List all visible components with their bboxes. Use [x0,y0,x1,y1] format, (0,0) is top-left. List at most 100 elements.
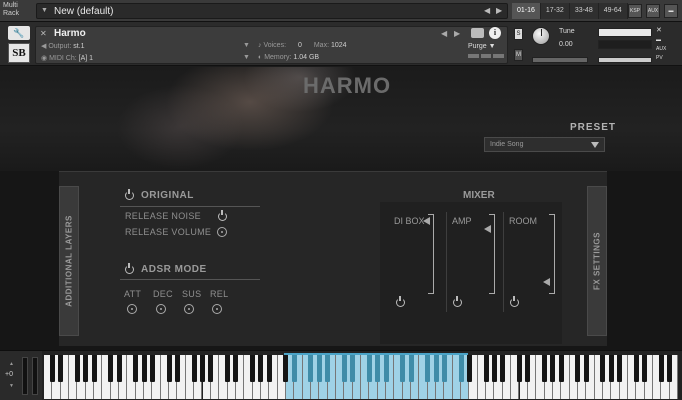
rack-name[interactable]: New (default) [54,6,113,17]
pitch-wheel[interactable] [22,357,28,395]
preset-value[interactable]: Indie Song [490,141,523,148]
black-key[interactable] [425,355,431,382]
output-dropdown-icon[interactable]: ▼ [243,42,250,49]
black-key[interactable] [174,355,180,382]
black-key[interactable] [266,355,272,382]
amp-power-icon[interactable] [453,296,462,307]
release-noise-power-icon[interactable] [218,210,227,221]
black-key[interactable] [633,355,639,382]
aux-button[interactable]: AUX [646,4,660,18]
rack-name-field[interactable]: ▼ New (default) ◀ ▶ [36,3,508,19]
aux-label[interactable]: AUX [656,46,666,52]
black-key[interactable] [74,355,80,382]
black-key[interactable] [483,355,489,382]
black-key[interactable] [233,355,239,382]
black-key[interactable] [658,355,664,382]
amp-fader-track[interactable] [489,214,495,294]
black-key[interactable] [133,355,139,382]
output-row[interactable]: ◀ Output: st.1 [41,42,85,50]
chevron-down-icon[interactable] [591,142,599,148]
close-instrument-icon[interactable]: ✕ [656,26,662,34]
black-key[interactable] [525,355,531,382]
black-key[interactable] [558,355,564,382]
black-key[interactable] [49,355,55,382]
black-key[interactable] [291,355,297,382]
black-key[interactable] [208,355,214,382]
solo-button[interactable]: S [514,28,523,40]
additional-layers-tab[interactable]: ADDITIONAL LAYERS [59,186,79,336]
volume-slider[interactable] [598,57,652,63]
piano-keyboard[interactable] [44,355,678,399]
tune-knob[interactable] [532,27,550,45]
black-key[interactable] [200,355,205,382]
di-box-fader-track[interactable] [428,214,434,294]
black-key[interactable] [542,355,548,382]
black-key[interactable] [366,355,372,382]
midi-row[interactable]: ◉ MIDI Ch: [A] 1 [41,54,93,62]
black-key[interactable] [517,355,522,382]
fx-settings-tab[interactable]: FX SETTINGS [587,186,607,336]
next-arrow-icon[interactable]: ▶ [496,6,502,15]
release-volume-knob[interactable] [217,227,227,237]
black-key[interactable] [308,355,314,382]
minimize-icon[interactable]: ▬ [664,4,678,18]
mute-button[interactable]: M [514,49,523,61]
prev-arrow-icon[interactable]: ◀ [484,6,490,15]
black-key[interactable] [433,355,439,382]
max-voices-value[interactable]: 1024 [331,42,347,49]
range-tab-17-32[interactable]: 17-32 [540,3,570,19]
tune-value[interactable]: 0.00 [559,41,573,48]
black-key[interactable] [91,355,97,382]
range-tab-33-48[interactable]: 33-48 [569,3,599,19]
black-key[interactable] [141,355,147,382]
black-key[interactable] [550,355,556,382]
black-key[interactable] [466,355,472,382]
ksp-button[interactable]: KSP [628,4,642,18]
room-fader-track[interactable] [549,214,555,294]
black-key[interactable] [325,355,331,382]
purge-dropdown[interactable]: Purge ▼ [468,43,496,50]
black-key[interactable] [250,355,256,382]
black-key[interactable] [458,355,464,382]
black-key[interactable] [400,355,406,382]
black-key[interactable] [491,355,497,382]
attack-knob[interactable] [127,304,137,314]
black-key[interactable] [316,355,322,382]
di-box-power-icon[interactable] [396,296,405,307]
pan-slider[interactable] [532,57,588,63]
black-key[interactable] [575,355,581,382]
black-key[interactable] [383,355,389,382]
black-key[interactable] [108,355,114,382]
decay-knob[interactable] [156,304,166,314]
instrument-name[interactable]: Harmo [54,28,86,39]
black-key[interactable] [500,355,506,382]
black-key[interactable] [58,355,64,382]
black-key[interactable] [408,355,414,382]
black-key[interactable] [149,355,155,382]
midi-dropdown-icon[interactable]: ▼ [243,54,250,61]
adsr-power-icon[interactable] [125,263,134,274]
black-key[interactable] [617,355,623,382]
output-value[interactable]: st.1 [73,43,84,50]
black-key[interactable] [350,355,356,382]
black-key[interactable] [608,355,614,382]
pv-label[interactable]: PV [656,55,663,61]
black-key[interactable] [191,355,197,382]
sustain-knob[interactable] [184,304,194,314]
prev-instrument-icon[interactable]: ◀ [441,29,447,38]
black-key[interactable] [441,355,447,382]
camera-icon[interactable] [471,28,484,38]
black-key[interactable] [642,355,648,382]
release-knob[interactable] [212,304,222,314]
info-icon[interactable]: i [489,27,501,39]
original-power-icon[interactable] [125,189,134,200]
preset-dropdown[interactable]: Indie Song [484,137,605,152]
black-key[interactable] [83,355,89,382]
wrench-icon[interactable]: 🔧 [8,26,30,40]
room-power-icon[interactable] [510,296,519,307]
black-key[interactable] [225,355,231,382]
octave-up-icon[interactable]: ▲ [9,361,14,367]
black-key[interactable] [583,355,589,382]
close-icon[interactable]: ✕ [40,29,47,38]
range-tab-01-16[interactable]: 01-16 [512,3,541,19]
